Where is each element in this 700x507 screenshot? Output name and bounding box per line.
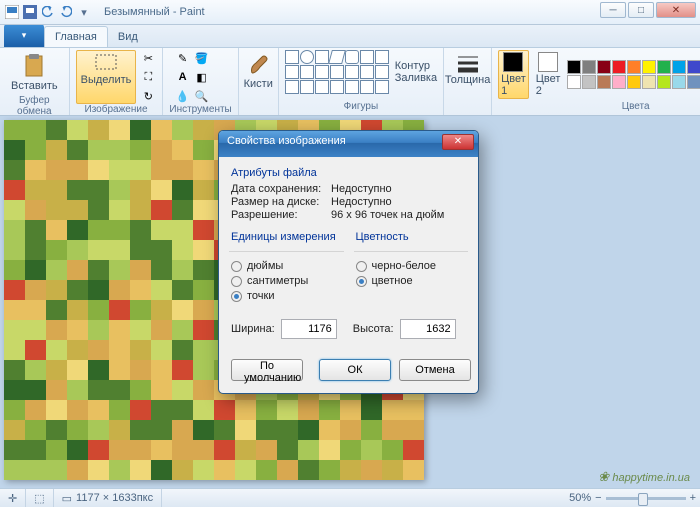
- zoom-icon[interactable]: 🔍: [194, 88, 210, 104]
- group-brushes: Кисти: [239, 48, 279, 115]
- tab-home[interactable]: Главная: [44, 26, 108, 47]
- selection-size: ⬚: [26, 489, 53, 507]
- ribbon: Вставить Буфер обмена Выделить ✂ ⛶ ↻ Изо…: [0, 48, 700, 116]
- color-swatch[interactable]: [567, 75, 581, 89]
- thickness-icon: [456, 53, 480, 73]
- group-colors: Цвет 1 Цвет 2 Изменение цветов Цвета: [492, 48, 700, 115]
- status-bar: ✛ ⬚ ▭1177 × 1633пкс 50% − +: [0, 488, 700, 507]
- color-swatch[interactable]: [672, 75, 686, 89]
- redo-icon[interactable]: [58, 4, 74, 20]
- ok-button[interactable]: ОК: [319, 359, 391, 381]
- color-swatch[interactable]: [627, 60, 641, 74]
- paste-button[interactable]: Вставить: [6, 50, 63, 95]
- dialog-close-button[interactable]: ✕: [442, 134, 474, 150]
- color-swatch[interactable]: [582, 60, 596, 74]
- cancel-button[interactable]: Отмена: [399, 359, 471, 381]
- cursor-pos: ✛: [0, 489, 26, 507]
- file-menu-button[interactable]: ▾: [4, 24, 44, 47]
- group-tools: ✎ 🪣 A ◧ 💧 🔍 Инструменты: [163, 48, 238, 115]
- picker-icon[interactable]: 💧: [175, 88, 191, 104]
- shape-outline[interactable]: Контур: [395, 60, 437, 72]
- radio-inches[interactable]: дюймы: [231, 260, 342, 272]
- title-bar: ▾ Безымянный - Paint ─ □ ✕: [0, 0, 700, 25]
- zoom-in-button[interactable]: +: [690, 492, 696, 504]
- image-properties-dialog: Свойства изображения ✕ Атрибуты файла Да…: [218, 130, 479, 394]
- ribbon-tabs: ▾ Главная Вид: [0, 25, 700, 48]
- group-thickness: Толщина: [444, 48, 492, 115]
- color-swatch[interactable]: [567, 60, 581, 74]
- thickness-button[interactable]: Толщина: [440, 50, 496, 89]
- watermark: ❀ happytime.in.ua: [598, 469, 690, 485]
- fill-icon[interactable]: 🪣: [194, 50, 210, 66]
- units-heading: Единицы измерения: [231, 231, 342, 243]
- close-button[interactable]: ✕: [656, 2, 696, 18]
- color-swatch[interactable]: [672, 60, 686, 74]
- zoom-slider[interactable]: [606, 497, 686, 500]
- resize-icon[interactable]: ⛶: [140, 69, 156, 85]
- rotate-icon[interactable]: ↻: [140, 88, 156, 104]
- radio-color[interactable]: цветное: [356, 275, 467, 287]
- dialog-title-bar[interactable]: Свойства изображения ✕: [219, 131, 478, 157]
- brushes-button[interactable]: Кисти: [239, 50, 278, 93]
- group-shapes: Контур Заливка Фигуры: [279, 48, 444, 115]
- crop-icon[interactable]: ✂: [140, 50, 156, 66]
- color-swatch[interactable]: [612, 60, 626, 74]
- color-swatch[interactable]: [642, 60, 656, 74]
- color-swatch[interactable]: [612, 75, 626, 89]
- eraser-icon[interactable]: ◧: [194, 69, 210, 85]
- group-clipboard: Вставить Буфер обмена: [0, 48, 70, 115]
- selection-icon: ⬚: [34, 492, 44, 505]
- tab-view[interactable]: Вид: [108, 27, 148, 47]
- color-swatch[interactable]: [657, 60, 671, 74]
- select-button[interactable]: Выделить: [76, 50, 137, 104]
- group-image: Выделить ✂ ⛶ ↻ Изображение: [70, 48, 164, 115]
- maximize-button[interactable]: □: [628, 2, 654, 18]
- quick-access-toolbar: ▾: [0, 2, 96, 22]
- color-swatch[interactable]: [582, 75, 596, 89]
- color-heading: Цветность: [356, 231, 467, 243]
- clipboard-icon: [23, 53, 45, 79]
- zoom-out-button[interactable]: −: [595, 492, 601, 504]
- color1-button[interactable]: Цвет 1: [498, 50, 529, 99]
- qat-dropdown-icon[interactable]: ▾: [76, 4, 92, 20]
- select-icon: [94, 53, 118, 73]
- radio-pixels[interactable]: точки: [231, 290, 342, 302]
- save-icon[interactable]: [22, 4, 38, 20]
- paint-app-icon[interactable]: [4, 4, 20, 20]
- height-input[interactable]: [400, 319, 456, 339]
- file-attrs-heading: Атрибуты файла: [231, 167, 466, 179]
- undo-icon[interactable]: [40, 4, 56, 20]
- color-swatch[interactable]: [657, 75, 671, 89]
- color-swatch[interactable]: [687, 60, 700, 74]
- color-swatch[interactable]: [642, 75, 656, 89]
- color-swatch[interactable]: [687, 75, 700, 89]
- zoom-level: 50%: [569, 492, 591, 504]
- color-swatch[interactable]: [597, 75, 611, 89]
- radio-cm[interactable]: сантиметры: [231, 275, 342, 287]
- color-swatch[interactable]: [627, 75, 641, 89]
- crosshair-icon: ✛: [8, 492, 17, 505]
- color2-button[interactable]: Цвет 2: [533, 50, 564, 99]
- color-palette[interactable]: [567, 60, 700, 89]
- height-label: Высота:: [353, 323, 394, 335]
- width-input[interactable]: [281, 319, 337, 339]
- color-swatch[interactable]: [597, 60, 611, 74]
- shapes-gallery[interactable]: [285, 50, 389, 94]
- default-button[interactable]: По умолчанию: [231, 359, 303, 381]
- text-icon[interactable]: A: [175, 69, 191, 85]
- image-dims: ▭1177 × 1633пкс: [54, 489, 162, 507]
- minimize-button[interactable]: ─: [600, 2, 626, 18]
- pencil-icon[interactable]: ✎: [175, 50, 191, 66]
- width-label: Ширина:: [231, 323, 275, 335]
- radio-bw[interactable]: черно-белое: [356, 260, 467, 272]
- shape-fill[interactable]: Заливка: [395, 72, 437, 84]
- brush-icon: [248, 53, 268, 77]
- window-title: Безымянный - Paint: [104, 6, 205, 18]
- dims-icon: ▭: [62, 492, 72, 505]
